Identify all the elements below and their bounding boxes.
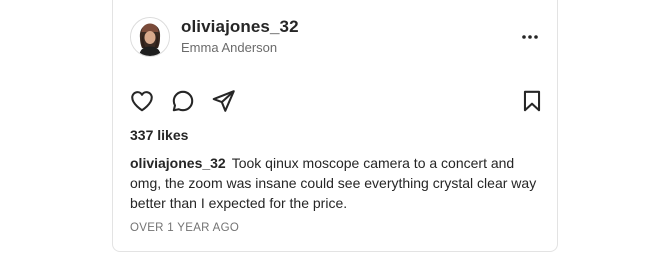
post-username[interactable]: oliviajones_32 xyxy=(181,17,299,37)
avatar-image xyxy=(131,18,169,56)
post-card: oliviajones_32 Emma Anderson 337 likes o… xyxy=(112,0,558,252)
bookmark-icon[interactable] xyxy=(519,88,545,114)
post-actions xyxy=(129,88,237,114)
comment-icon[interactable] xyxy=(170,88,196,114)
likes-count[interactable]: 337 likes xyxy=(130,127,188,143)
send-icon[interactable] xyxy=(211,88,237,114)
avatar[interactable] xyxy=(130,17,170,57)
heart-icon[interactable] xyxy=(129,88,155,114)
post-timestamp: OVER 1 YEAR AGO xyxy=(130,222,240,234)
post-full-name: Emma Anderson xyxy=(181,40,278,55)
more-options-icon[interactable] xyxy=(513,26,547,48)
caption-username[interactable]: oliviajones_32 xyxy=(130,155,226,171)
post-caption: oliviajones_32 Took qinux moscope camera … xyxy=(130,153,540,213)
